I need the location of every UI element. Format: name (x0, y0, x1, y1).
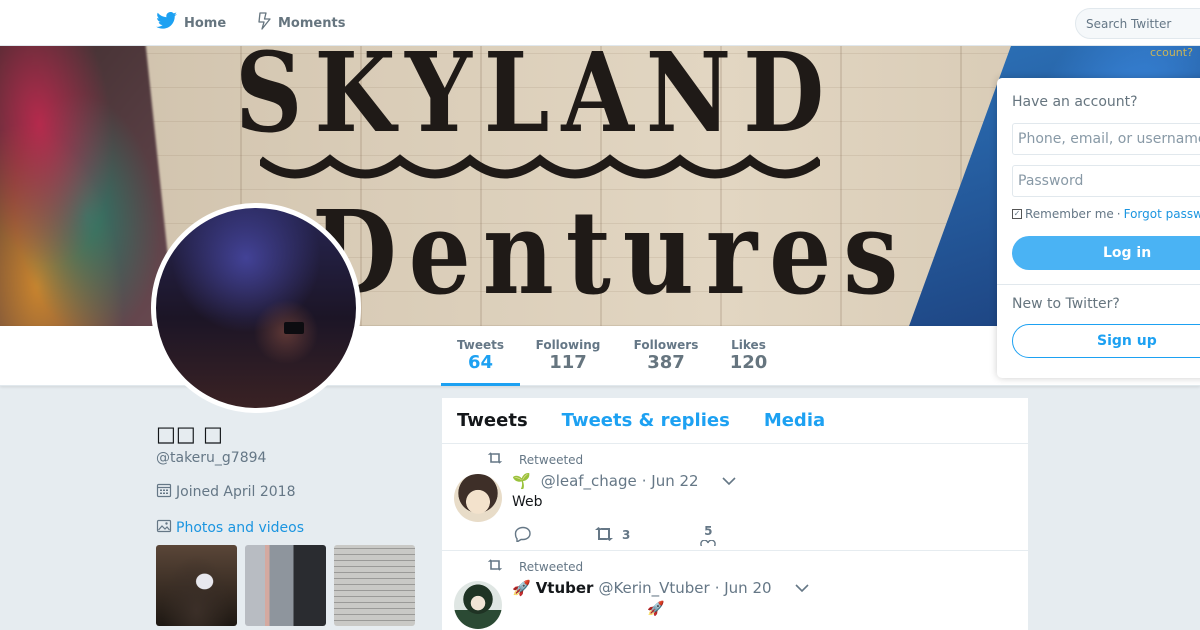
tweet-header: 🌱 @leaf_chage · Jun 22 (512, 472, 736, 490)
reply-icon (514, 526, 532, 545)
like-button[interactable]: 5 (700, 524, 717, 546)
search-placeholder: Search Twitter (1086, 16, 1172, 31)
stat-value: 117 (549, 352, 587, 373)
avatar-phone-shape (284, 322, 304, 334)
login-title: Have an account? (1012, 94, 1138, 110)
nav-home-label: Home (184, 15, 227, 31)
tab-media[interactable]: Media (764, 410, 825, 431)
name-emoji: 🚀 (512, 579, 531, 597)
remember-row: ✓ Remember me · Forgot password? (1012, 207, 1200, 221)
retweeted-label: Retweeted (519, 452, 584, 467)
joined-text: Joined April 2018 (176, 484, 296, 500)
retweet-context: Retweeted (487, 452, 583, 467)
phone-email-field[interactable]: Phone, email, or username (1012, 123, 1200, 155)
signup-button[interactable]: Sign up (1012, 324, 1200, 358)
profile-joined: Joined April 2018 (156, 482, 296, 502)
profile-avatar[interactable] (151, 203, 361, 413)
tweet[interactable]: Retweeted 🚀 Vtuber @Kerin_Vtuber · Jun 2… (442, 551, 1028, 630)
search-input[interactable]: Search Twitter (1075, 8, 1200, 39)
media-thumbnail[interactable] (334, 545, 415, 626)
password-placeholder: Password (1018, 173, 1084, 189)
stat-followers[interactable]: Followers 387 (631, 326, 701, 386)
image-icon (156, 518, 172, 538)
chevron-down-icon[interactable] (722, 472, 736, 490)
tweet[interactable]: Retweeted 🌱 @leaf_chage · Jun 22 Web 3 5 (442, 444, 1028, 551)
login-button[interactable]: Log in (1012, 236, 1200, 270)
password-field[interactable]: Password (1012, 165, 1200, 197)
new-to-twitter-label: New to Twitter? (1012, 296, 1120, 312)
tab-tweets[interactable]: Tweets (457, 410, 528, 431)
stat-label: Followers (633, 338, 699, 352)
stat-tweets[interactable]: Tweets 64 (441, 326, 520, 386)
tweet-avatar[interactable] (454, 581, 502, 629)
nav-home[interactable]: Home (156, 0, 226, 46)
reply-button[interactable] (514, 526, 532, 545)
chevron-down-icon[interactable] (794, 579, 809, 597)
photos-videos-label: Photos and videos (176, 520, 305, 536)
heart-icon (700, 540, 717, 546)
tweet-text: 🚀 (647, 601, 665, 617)
stat-likes[interactable]: Likes 120 (727, 326, 770, 386)
banner-paint-left (0, 46, 177, 326)
tweet-handle[interactable]: @Kerin_Vtuber (598, 579, 709, 597)
stat-following[interactable]: Following 117 (533, 326, 603, 386)
banner-sign-line-2: Dentures (312, 186, 911, 321)
photos-videos-link[interactable]: Photos and videos (156, 518, 304, 538)
remember-label: Remember me (1025, 207, 1114, 221)
profile-handle[interactable]: @takeru_g7894 (156, 450, 266, 466)
tweet-header: 🚀 Vtuber @Kerin_Vtuber · Jun 20 (512, 579, 809, 597)
stat-value: 387 (647, 352, 685, 373)
separator-dot: · (1116, 207, 1121, 221)
tweet-handle[interactable]: @leaf_chage (541, 472, 637, 490)
nav-moments-label: Moments (278, 15, 346, 31)
tweet-actions: 3 5 (514, 524, 717, 546)
tweet-text: Web (512, 494, 543, 510)
forgot-password-link[interactable]: Forgot password? (1124, 207, 1200, 221)
media-thumbnail[interactable] (156, 545, 237, 626)
top-nav: Home Moments Search Twitter (0, 0, 1200, 46)
remember-checkbox[interactable]: ✓ (1012, 209, 1022, 219)
login-panel: Have an account? Phone, email, or userna… (997, 78, 1200, 378)
retweet-context: Retweeted (487, 559, 583, 574)
stat-label: Tweets (456, 338, 505, 352)
phone-email-placeholder: Phone, email, or username (1018, 131, 1200, 147)
retweeted-label: Retweeted (519, 559, 584, 574)
tweet-date[interactable]: · Jun 20 (715, 579, 772, 597)
retweet-button[interactable]: 3 (594, 526, 631, 544)
tab-tweets-replies[interactable]: Tweets & replies (562, 410, 730, 431)
stat-label: Likes (731, 338, 766, 352)
login-divider (997, 284, 1200, 285)
media-thumbnail[interactable] (245, 545, 326, 626)
stat-label: Following (535, 338, 601, 352)
tweet-fullname[interactable]: Vtuber (536, 579, 594, 597)
banner-sign-line-1: SKYLAND (235, 46, 837, 157)
timeline: Tweets Tweets & replies Media Retweeted … (441, 397, 1029, 630)
banner-peek-text: ccount? (1150, 46, 1193, 59)
tweet-date[interactable]: · Jun 22 (642, 472, 699, 490)
retweet-count: 3 (622, 528, 631, 542)
tweet-avatar[interactable] (454, 474, 502, 522)
nav-moments[interactable]: Moments (258, 0, 345, 46)
retweet-icon (487, 559, 503, 574)
banner-sign-wave (260, 154, 820, 179)
timeline-tabs: Tweets Tweets & replies Media (442, 398, 1028, 444)
profile-name[interactable]: □□ □ (156, 422, 223, 446)
twitter-bird-icon (156, 12, 178, 34)
lightning-icon (258, 12, 272, 34)
retweet-icon (594, 526, 614, 544)
name-emoji: 🌱 (512, 472, 531, 490)
calendar-icon (156, 482, 172, 502)
retweet-icon (487, 452, 503, 467)
stat-value: 120 (729, 352, 768, 373)
like-count: 5 (704, 524, 713, 538)
stat-value: 64 (467, 352, 494, 373)
